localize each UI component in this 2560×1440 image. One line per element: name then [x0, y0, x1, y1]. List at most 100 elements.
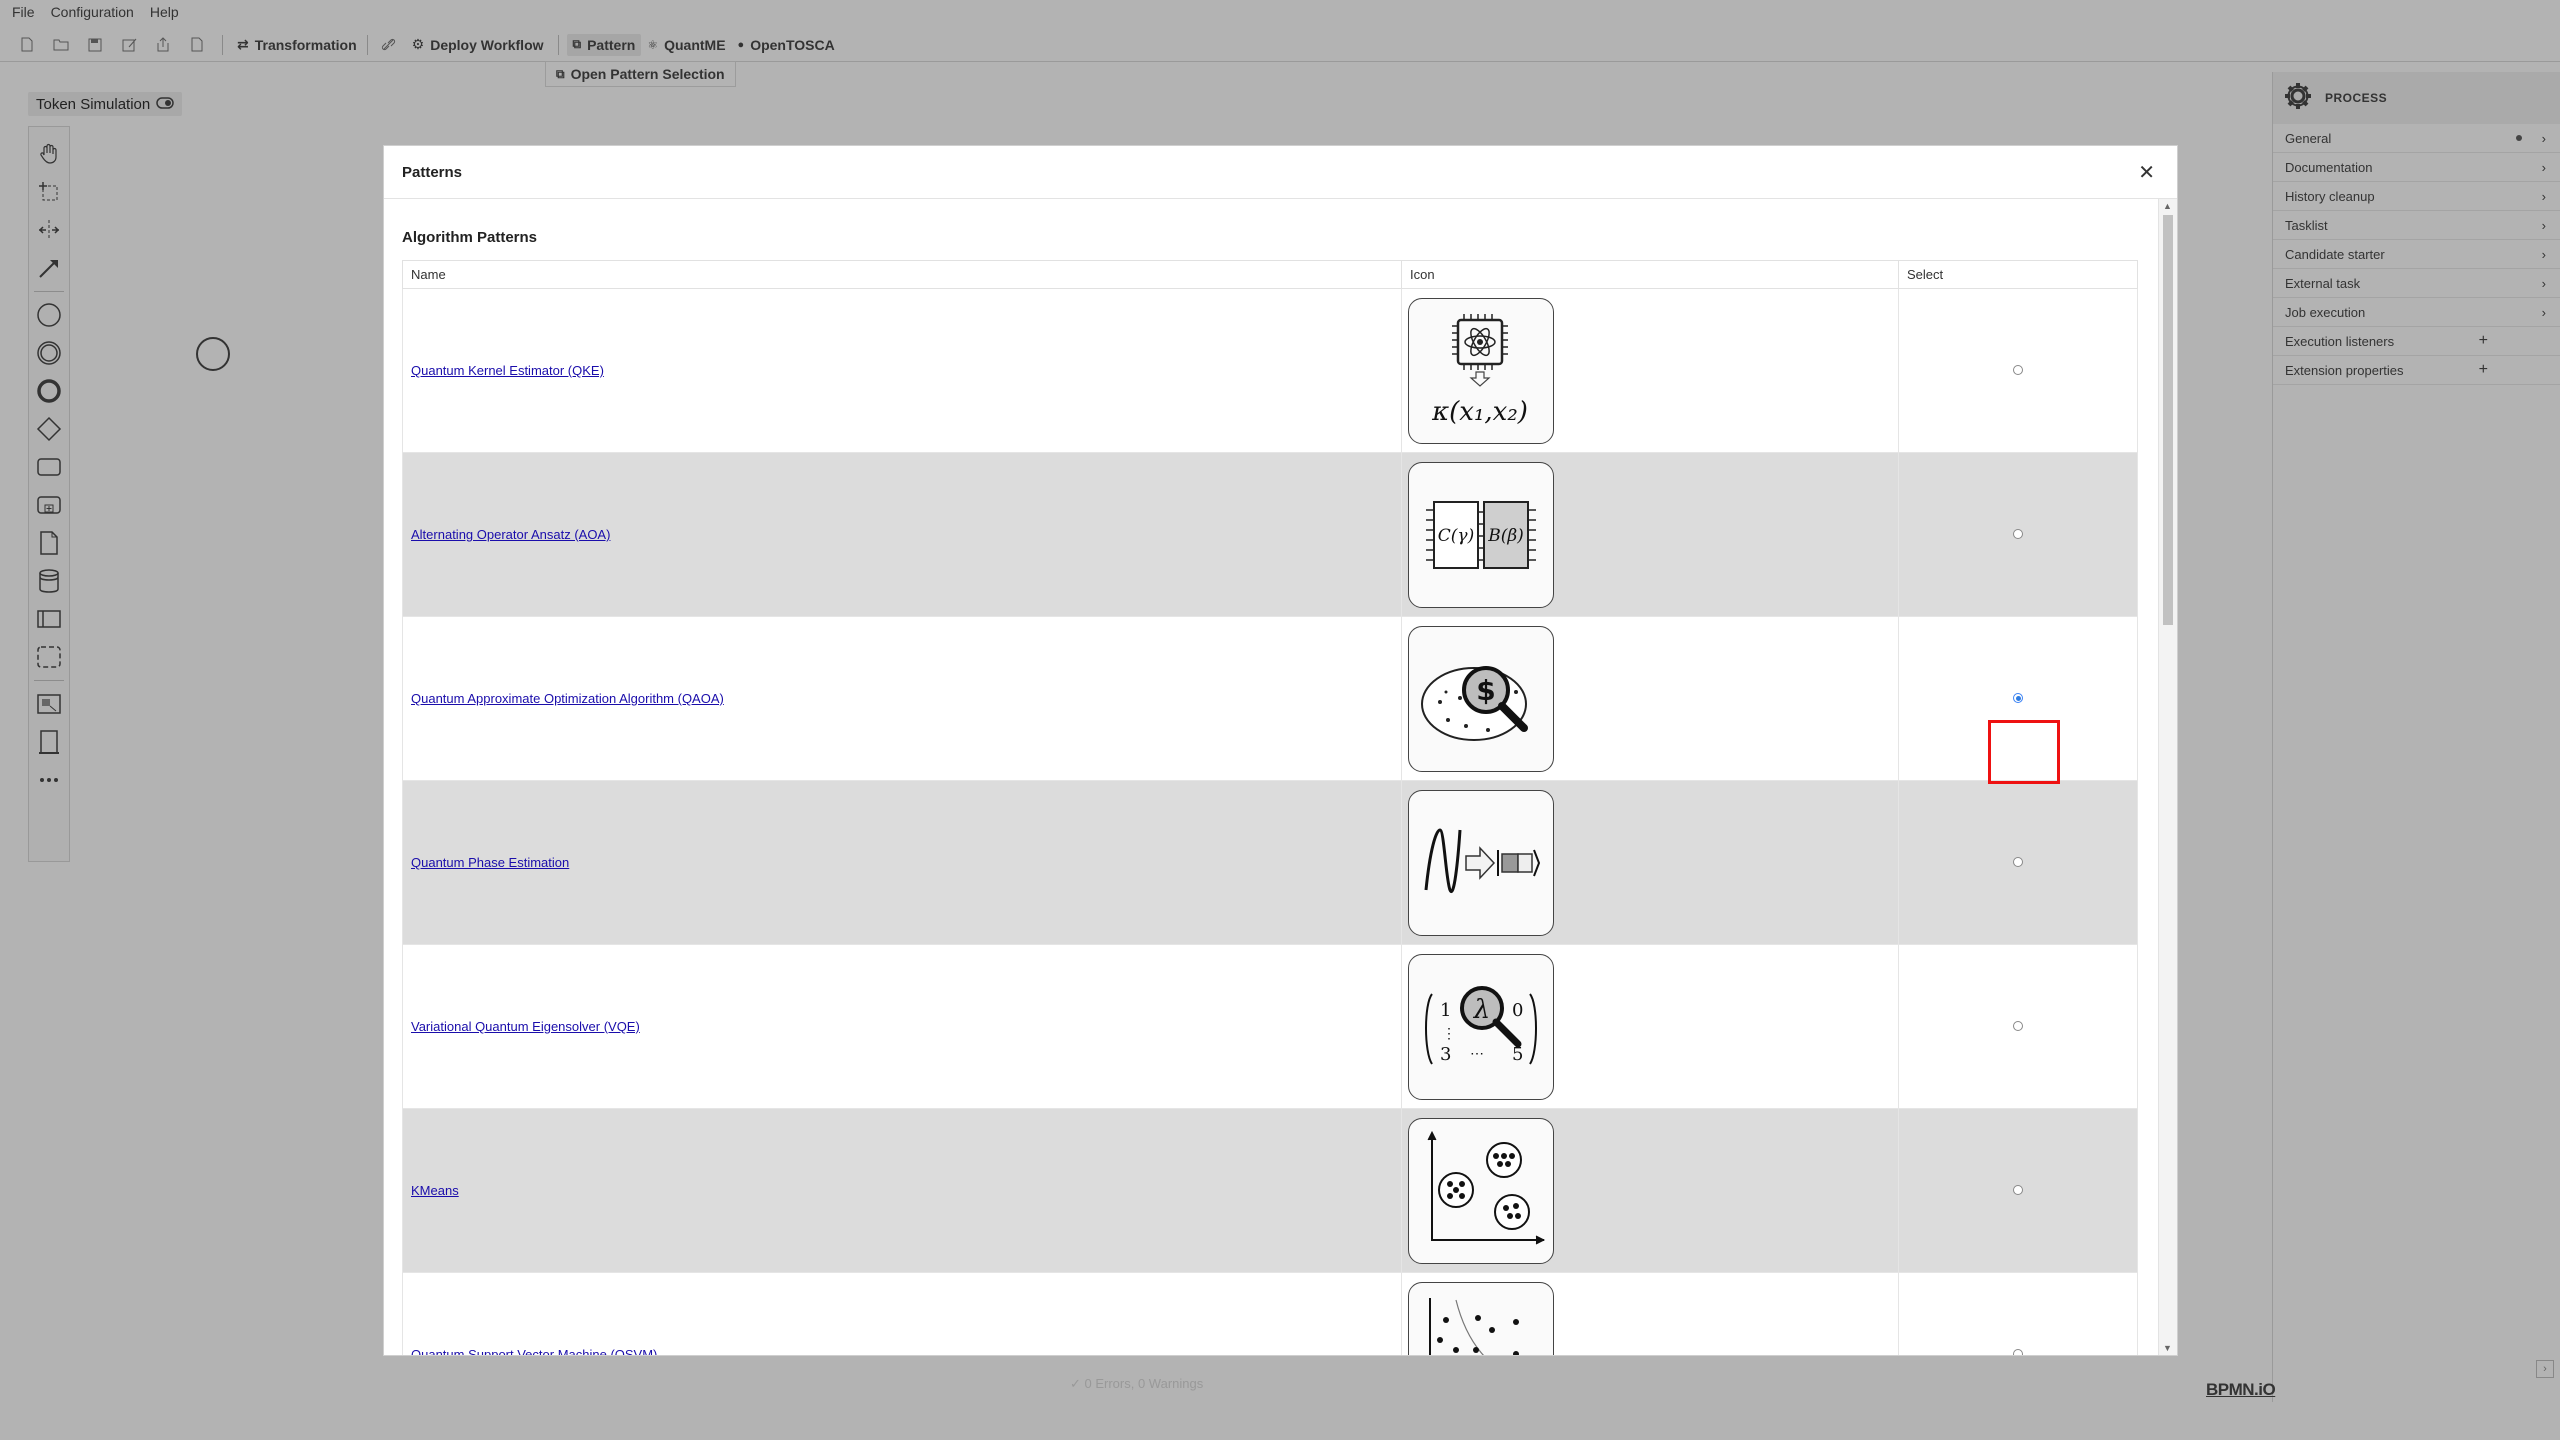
toggle-icon [156, 96, 174, 113]
transform-icon: ⇄ [237, 36, 249, 52]
qsvm-icon [1408, 1281, 1554, 1355]
toolbar-divider [366, 34, 368, 55]
add-icon[interactable]: + [2479, 332, 2488, 350]
start-event[interactable] [196, 337, 230, 371]
pattern-link[interactable]: Variational Quantum Eigensolver (VQE) [411, 1019, 640, 1034]
props-history-cleanup[interactable]: History cleanup › [2273, 182, 2560, 211]
svg-text:C(γ): C(γ) [1438, 526, 1474, 546]
pattern-link[interactable]: Quantum Approximate Optimization Algorit… [411, 691, 724, 706]
qpe-icon [1408, 789, 1554, 936]
palette-divider [34, 291, 64, 292]
select-radio[interactable] [2013, 1021, 2023, 1031]
opentosca-button[interactable]: ● OpenTOSCA [732, 34, 841, 56]
pattern-link[interactable]: KMeans [411, 1183, 459, 1198]
props-extension-properties[interactable]: Extension properties + [2273, 356, 2560, 385]
gateway-icon[interactable] [34, 410, 64, 448]
process-gear-icon [2283, 81, 2313, 116]
annotation-icon[interactable] [34, 723, 64, 761]
properties-header: PROCESS [2273, 72, 2560, 124]
hand-tool-icon[interactable] [34, 135, 64, 173]
chevron-right-icon: › [2541, 275, 2546, 291]
data-object-icon[interactable] [34, 524, 64, 562]
subprocess-icon[interactable] [34, 486, 64, 524]
menu-help[interactable]: Help [150, 4, 179, 20]
table-row: Quantum Kernel Estimator (QKE) κ(x₁,x₂) [402, 288, 2138, 453]
table-header-row: Name Icon Select [402, 260, 2138, 289]
start-event-icon[interactable] [34, 296, 64, 334]
deploy-workflow-button[interactable]: ⚙ Deploy Workflow [406, 33, 550, 56]
select-radio[interactable] [2013, 693, 2023, 703]
scroll-down-icon[interactable]: ▼ [2163, 1343, 2172, 1353]
aoa-icon: C(γ) B(β) [1408, 461, 1554, 608]
pattern-link[interactable]: Alternating Operator Ansatz (AOA) [411, 527, 610, 542]
props-documentation[interactable]: Documentation › [2273, 153, 2560, 182]
end-event-icon[interactable] [34, 372, 64, 410]
svg-text:⋮: ⋮ [1442, 1026, 1456, 1042]
modal-scrollbar[interactable]: ▲ ▼ [2158, 199, 2177, 1355]
pattern-link[interactable]: Quantum Kernel Estimator (QKE) [411, 363, 604, 378]
svg-text:$: $ [1476, 674, 1495, 707]
svg-text:⋯: ⋯ [1470, 1046, 1484, 1062]
chevron-right-icon: › [2541, 217, 2546, 233]
save-as-icon[interactable] [121, 36, 137, 54]
properties-title: PROCESS [2325, 91, 2388, 105]
connect-tool-icon[interactable] [34, 249, 64, 287]
pool-icon[interactable] [34, 600, 64, 638]
props-general[interactable]: General › [2273, 124, 2560, 153]
menu-file[interactable]: File [12, 4, 35, 20]
scrollbar-thumb[interactable] [2163, 215, 2173, 625]
modal-header: Patterns ✕ [384, 146, 2177, 199]
pattern-link[interactable]: Quantum Support Vector Machine (QSVM) [411, 1347, 657, 1355]
chevron-right-icon: › [2541, 159, 2546, 175]
lasso-tool-icon[interactable] [34, 173, 64, 211]
modal-body: Algorithm Patterns Name Icon Select Quan… [384, 199, 2159, 1355]
scroll-up-icon[interactable]: ▲ [2163, 201, 2172, 211]
select-radio[interactable] [2013, 1185, 2023, 1195]
select-radio[interactable] [2013, 529, 2023, 539]
save-icon[interactable] [87, 36, 103, 54]
props-candidate-starter[interactable]: Candidate starter › [2273, 240, 2560, 269]
select-radio[interactable] [2013, 1349, 2023, 1355]
open-folder-icon[interactable] [53, 36, 69, 54]
table-row: KMeans [402, 1108, 2138, 1273]
intermediate-event-icon[interactable] [34, 334, 64, 372]
quantum-task-icon[interactable] [34, 685, 64, 723]
close-icon[interactable]: ✕ [2138, 160, 2155, 185]
export-icon[interactable] [155, 36, 171, 54]
bpmn-io-logo[interactable]: BPMN.iO [2206, 1380, 2276, 1400]
palette-divider [34, 680, 64, 681]
link-icon[interactable] [381, 36, 397, 54]
svg-text:1: 1 [1440, 1000, 1451, 1021]
quantme-button[interactable]: ⚛ QuantME [641, 34, 731, 56]
open-pattern-selection-item[interactable]: ⧉ Open Pattern Selection [545, 61, 736, 87]
props-external-task[interactable]: External task › [2273, 269, 2560, 298]
status-bar[interactable]: ✓ 0 Errors, 0 Warnings [1070, 1376, 1203, 1392]
svg-text:0: 0 [1512, 1000, 1523, 1021]
token-simulation-toggle[interactable]: Token Simulation [28, 92, 183, 116]
props-tasklist[interactable]: Tasklist › [2273, 211, 2560, 240]
document-icon[interactable] [189, 36, 205, 54]
pattern-button[interactable]: ⧉ Pattern [566, 33, 642, 56]
new-file-icon[interactable] [19, 36, 35, 54]
chevron-right-icon: › [2541, 188, 2546, 204]
chevron-right-icon: › [2541, 130, 2546, 146]
add-icon[interactable]: + [2479, 361, 2488, 379]
task-icon[interactable] [34, 448, 64, 486]
group-icon[interactable] [34, 638, 64, 676]
svg-text:3: 3 [1440, 1044, 1451, 1065]
select-radio[interactable] [2013, 857, 2023, 867]
props-execution-listeners[interactable]: Execution listeners + [2273, 327, 2560, 356]
data-store-icon[interactable] [34, 562, 64, 600]
transformation-button[interactable]: ⇄ Transformation [231, 33, 363, 56]
select-radio[interactable] [2013, 365, 2023, 375]
opentosca-icon: ● [737, 38, 745, 51]
chevron-right-icon: › [2541, 304, 2546, 320]
collapse-panel-icon[interactable]: › [2536, 1360, 2554, 1378]
more-tools-icon[interactable] [34, 761, 64, 799]
space-tool-icon[interactable] [34, 211, 64, 249]
props-job-execution[interactable]: Job execution › [2273, 298, 2560, 327]
vqe-icon: 1 3 0 5 ⋮ ⋯ λ [1408, 953, 1554, 1100]
menu-configuration[interactable]: Configuration [51, 4, 134, 20]
pattern-link[interactable]: Quantum Phase Estimation [411, 855, 569, 870]
toolbar-divider [222, 34, 223, 55]
